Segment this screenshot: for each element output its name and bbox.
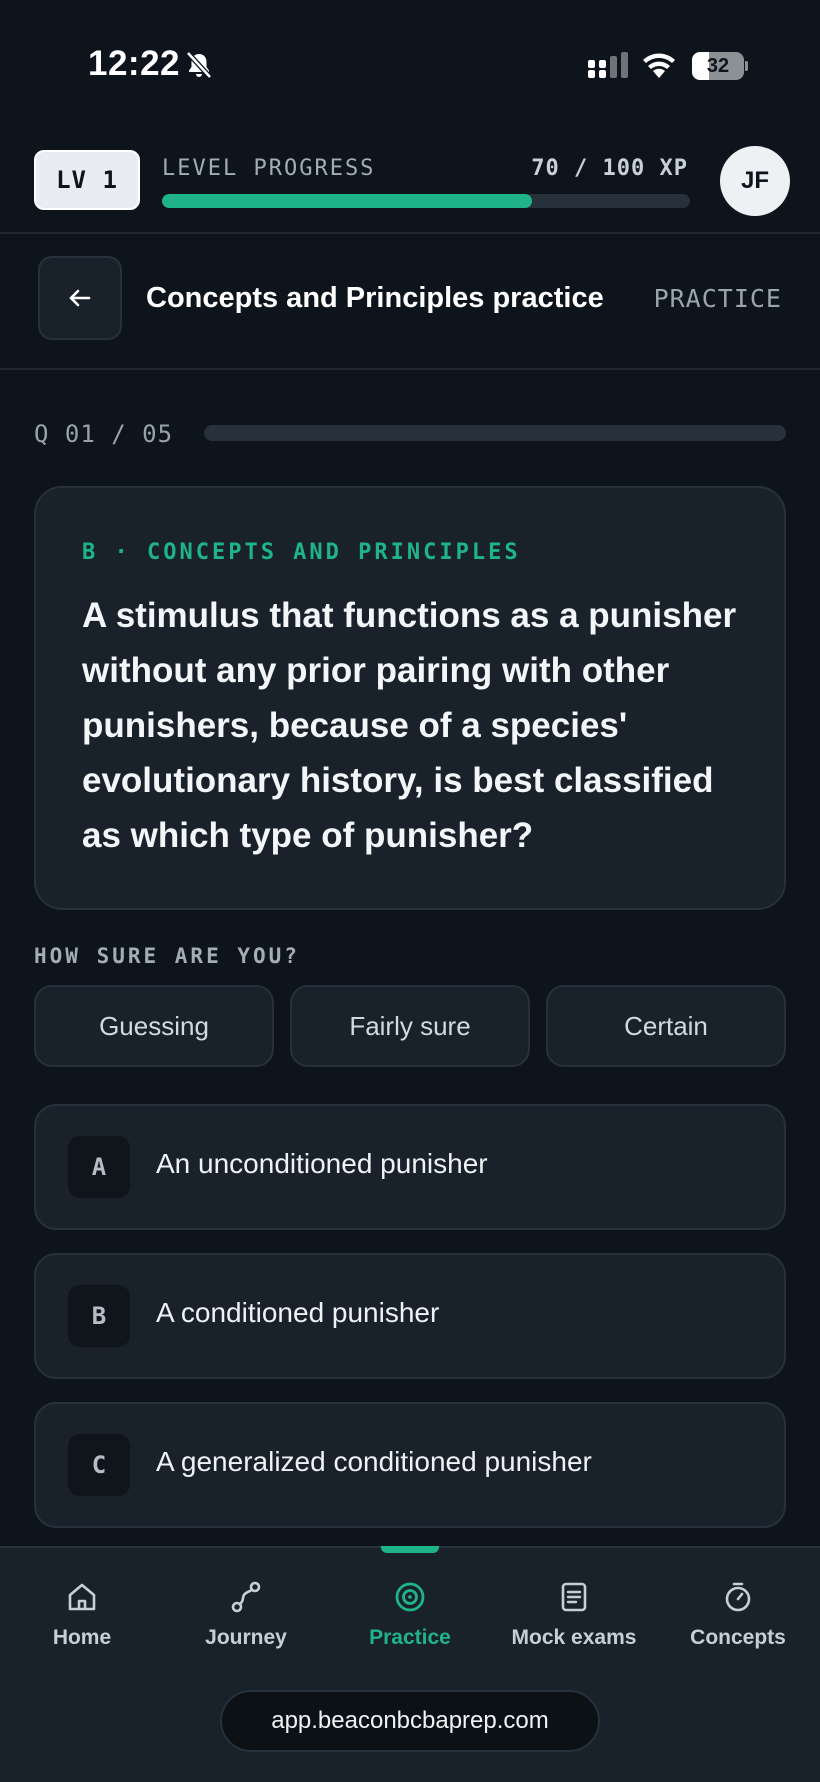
arrow-left-icon [69, 289, 91, 307]
confidence-certain-button[interactable]: Certain [546, 985, 786, 1067]
nav-concepts[interactable]: Concepts [656, 1570, 820, 1670]
confidence-fairly-sure-button[interactable]: Fairly sure [290, 985, 530, 1067]
answer-option-b[interactable]: B A conditioned punisher [34, 1253, 786, 1379]
option-letter: C [68, 1434, 130, 1496]
battery-level: 32 [706, 55, 730, 77]
question-progress-bar [204, 425, 786, 441]
confidence-guessing-button[interactable]: Guessing [34, 985, 274, 1067]
answer-option-c[interactable]: C A generalized conditioned punisher [34, 1402, 786, 1528]
nav-label: Practice [369, 1626, 451, 1649]
wifi-icon [643, 53, 675, 78]
nav-label: Journey [205, 1626, 287, 1649]
home-icon [68, 1583, 96, 1611]
back-button[interactable] [38, 256, 122, 340]
document-icon [561, 1582, 587, 1612]
browser-url-bar[interactable]: app.beaconbcbaprep.com [220, 1690, 600, 1752]
nav-label: Home [52, 1626, 112, 1649]
status-bar: 12:22 32 [0, 0, 820, 134]
page-title: Concepts and Principles practice [146, 282, 604, 314]
option-letter: B [68, 1285, 130, 1347]
mode-label: PRACTICE [653, 284, 782, 313]
avatar[interactable]: JF [720, 146, 790, 216]
question-text: A stimulus that functions as a punisher … [82, 596, 737, 855]
status-time: 12:22 [88, 44, 181, 83]
active-tab-indicator [381, 1546, 439, 1553]
question-card: B · CONCEPTS AND PRINCIPLES A stimulus t… [34, 486, 786, 910]
page-header: Concepts and Principles practice PRACTIC… [0, 234, 820, 370]
nav-home[interactable]: Home [0, 1570, 164, 1670]
xp-counter: 70 / 100 XP [531, 156, 688, 181]
bottom-nav: Home Journey Practice Mock exams Concept… [0, 1546, 820, 1782]
nav-practice[interactable]: Practice [328, 1570, 492, 1670]
nav-mock-exams[interactable]: Mock exams [492, 1570, 656, 1670]
confidence-title: HOW SURE ARE YOU? [34, 944, 300, 968]
level-progress-title: LEVEL PROGRESS [162, 156, 376, 181]
level-header: LV 1 LEVEL PROGRESS 70 / 100 XP JF [0, 134, 820, 234]
battery-indicator: 32 [692, 52, 748, 80]
option-text: A conditioned punisher [156, 1297, 440, 1328]
answer-option-a[interactable]: A An unconditioned punisher [34, 1104, 786, 1230]
bell-muted-icon [186, 51, 212, 79]
level-badge: LV 1 [34, 150, 140, 210]
option-text: An unconditioned punisher [156, 1148, 488, 1179]
confidence-selector: Guessing Fairly sure Certain [34, 985, 786, 1067]
nav-label: Concepts [690, 1626, 786, 1649]
level-progress-fill [162, 194, 532, 208]
level-progress-bar [162, 194, 690, 208]
question-counter: Q 01 / 05 [34, 420, 174, 448]
route-icon [231, 1581, 261, 1613]
option-letter: A [68, 1136, 130, 1198]
option-text: A generalized conditioned punisher [156, 1446, 592, 1477]
nav-label: Mock exams [511, 1626, 637, 1649]
question-domain: B · CONCEPTS AND PRINCIPLES [82, 540, 521, 565]
cellular-signal-icon [588, 52, 628, 78]
stopwatch-icon [725, 1582, 751, 1612]
nav-journey[interactable]: Journey [164, 1570, 328, 1670]
target-icon [395, 1582, 425, 1612]
